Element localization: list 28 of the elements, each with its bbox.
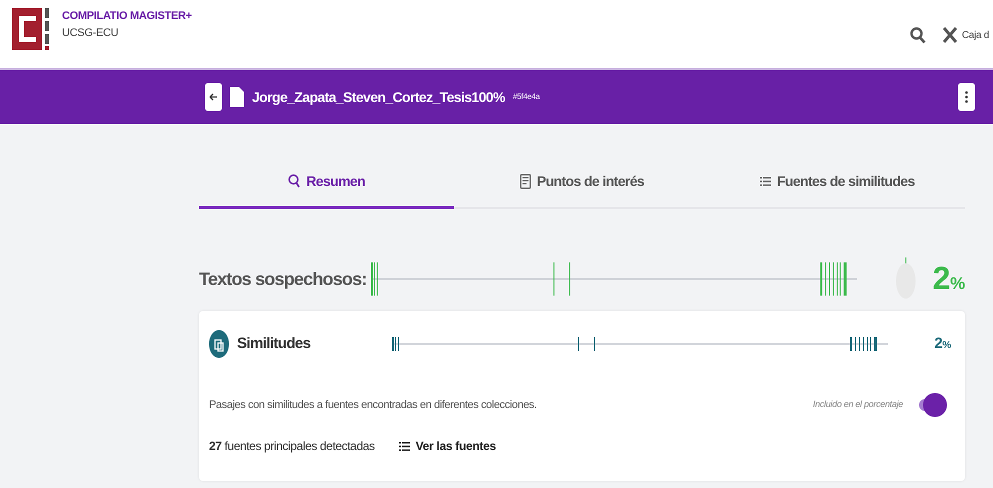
tab[interactable]: Fuentes de similitudes bbox=[710, 156, 965, 209]
more-icon bbox=[965, 91, 968, 103]
sources-count-text: 27 fuentes principales detectadas bbox=[209, 438, 375, 455]
similarities-title: Similitudes bbox=[237, 334, 312, 354]
gauge-icon bbox=[895, 257, 917, 301]
document-title: Jorge_Zapata_Steven_Cortez_Tesis100% bbox=[252, 88, 505, 107]
back-arrow-icon bbox=[209, 93, 218, 101]
search-icon[interactable] bbox=[910, 26, 926, 44]
include-toggle[interactable] bbox=[919, 393, 947, 417]
toolbox-label[interactable]: Caja d bbox=[962, 28, 989, 42]
suspicious-texts-label: Textos sospechosos: bbox=[199, 268, 368, 291]
brand-subtitle: UCSG-ECU bbox=[62, 26, 120, 40]
toggle-label: Incluido en el porcentaje bbox=[812, 398, 903, 412]
list-icon bbox=[760, 177, 771, 186]
brand-title: COMPILATIO MAGISTER+ bbox=[62, 9, 192, 24]
suspicious-percent: 2% bbox=[932, 262, 965, 296]
more-button[interactable] bbox=[958, 83, 975, 111]
document-hash: #5f4e4a bbox=[512, 91, 540, 103]
back-button[interactable] bbox=[205, 83, 222, 111]
tab[interactable]: Puntos de interés bbox=[454, 156, 710, 209]
tab[interactable]: Resumen bbox=[199, 156, 454, 209]
similarities-percent: 2% bbox=[934, 334, 951, 354]
document-icon bbox=[520, 174, 531, 189]
search-icon bbox=[288, 174, 300, 188]
list-icon bbox=[398, 442, 410, 450]
similarities-icon bbox=[209, 329, 229, 359]
view-sources-link[interactable]: Ver las fuentes bbox=[398, 437, 496, 455]
similarities-description: Pasajes con similitudes a fuentes encontradas en diferentes colecciones. bbox=[209, 398, 537, 413]
